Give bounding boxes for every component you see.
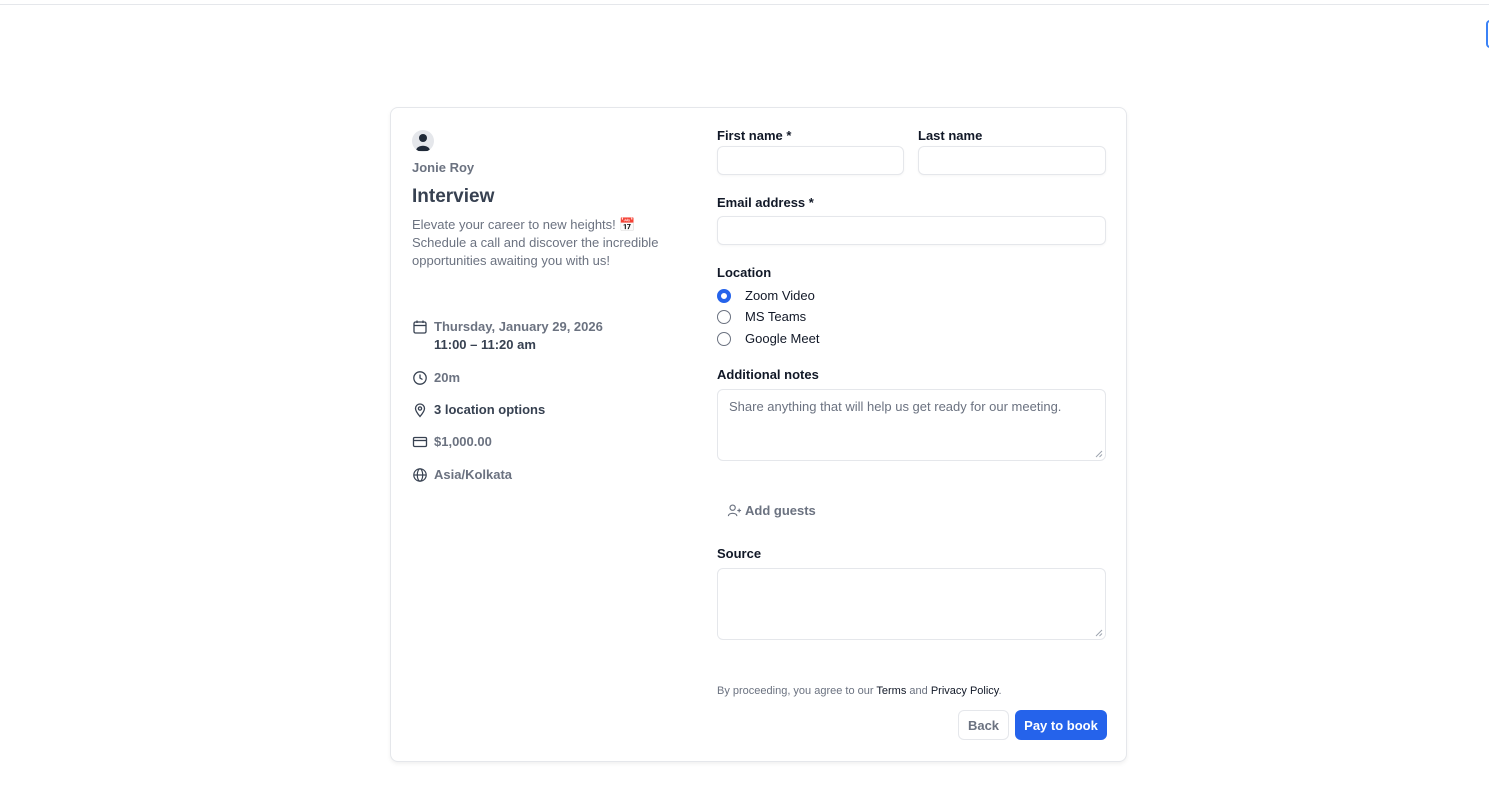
radio-unchecked[interactable]	[717, 309, 731, 324]
event-timezone-row: Asia/Kolkata	[412, 466, 512, 484]
notes-label: Additional notes	[717, 367, 819, 382]
first-name-input[interactable]	[717, 146, 904, 175]
legal-and: and	[906, 685, 931, 697]
host-name: Jonie Roy	[412, 160, 475, 175]
last-name-input[interactable]	[918, 146, 1106, 175]
resize-grip-icon[interactable]	[1095, 629, 1103, 637]
location-option-googlemeet[interactable]: Google Meet	[717, 331, 819, 346]
map-pin-icon	[412, 402, 428, 418]
location-option-label: Zoom Video	[745, 288, 815, 303]
location-label: Location	[717, 265, 772, 280]
pay-to-book-button[interactable]: Pay to book	[1015, 710, 1107, 740]
booking-card: Jonie Roy Interview Elevate your career …	[390, 107, 1127, 762]
event-description: Elevate your career to new heights! 📅 Sc…	[412, 217, 659, 268]
event-duration-row: 20m	[412, 369, 460, 387]
back-button[interactable]: Back	[958, 710, 1009, 740]
event-time: 11:00 – 11:20 am	[434, 337, 536, 352]
top-divider	[0, 4, 1489, 5]
event-timezone: Asia/Kolkata	[434, 467, 513, 482]
event-date-row: Thursday, January 29, 2026 11:00 – 11:20…	[412, 318, 603, 354]
event-duration: 20m	[434, 370, 461, 385]
location-option-label: Google Meet	[745, 331, 820, 346]
location-option-label: MS Teams	[745, 309, 807, 324]
event-price-row: $1,000.00	[412, 433, 492, 451]
last-name-label: Last name	[918, 128, 983, 143]
radio-checked[interactable]	[717, 288, 731, 303]
credit-card-icon	[412, 434, 428, 450]
legal-notice: By proceeding, you agree to our Terms an…	[717, 685, 1002, 697]
notes-placeholder: Share anything that will help us get rea…	[729, 399, 1062, 414]
globe-icon	[412, 467, 428, 483]
user-plus-icon	[727, 504, 742, 517]
source-label: Source	[717, 546, 762, 561]
legal-suffix: .	[998, 685, 1002, 697]
add-guests-button[interactable]: Add guests	[727, 503, 816, 518]
terms-link[interactable]: Terms	[876, 685, 906, 697]
legal-prefix: By proceeding, you agree to our	[717, 685, 877, 697]
location-option-msteams[interactable]: MS Teams	[717, 309, 806, 324]
email-input[interactable]	[717, 216, 1106, 245]
privacy-policy-link[interactable]: Privacy Policy	[931, 685, 999, 697]
location-option-zoom[interactable]: Zoom Video	[717, 288, 815, 303]
source-textarea[interactable]	[717, 568, 1106, 640]
notes-textarea[interactable]: Share anything that will help us get rea…	[717, 389, 1106, 461]
event-price: $1,000.00	[434, 434, 492, 449]
event-date: Thursday, January 29, 2026	[434, 319, 603, 334]
add-guests-label: Add guests	[745, 503, 816, 518]
clock-icon	[412, 370, 428, 386]
event-locations: 3 location options	[434, 402, 546, 417]
first-name-label: First name *	[717, 128, 792, 143]
event-title: Interview	[412, 186, 495, 207]
user-avatar-icon	[412, 130, 434, 152]
email-label: Email address *	[717, 195, 814, 210]
event-location-row: 3 location options	[412, 401, 545, 419]
resize-grip-icon[interactable]	[1095, 450, 1103, 458]
radio-unchecked[interactable]	[717, 331, 731, 346]
calendar-icon	[412, 319, 428, 335]
